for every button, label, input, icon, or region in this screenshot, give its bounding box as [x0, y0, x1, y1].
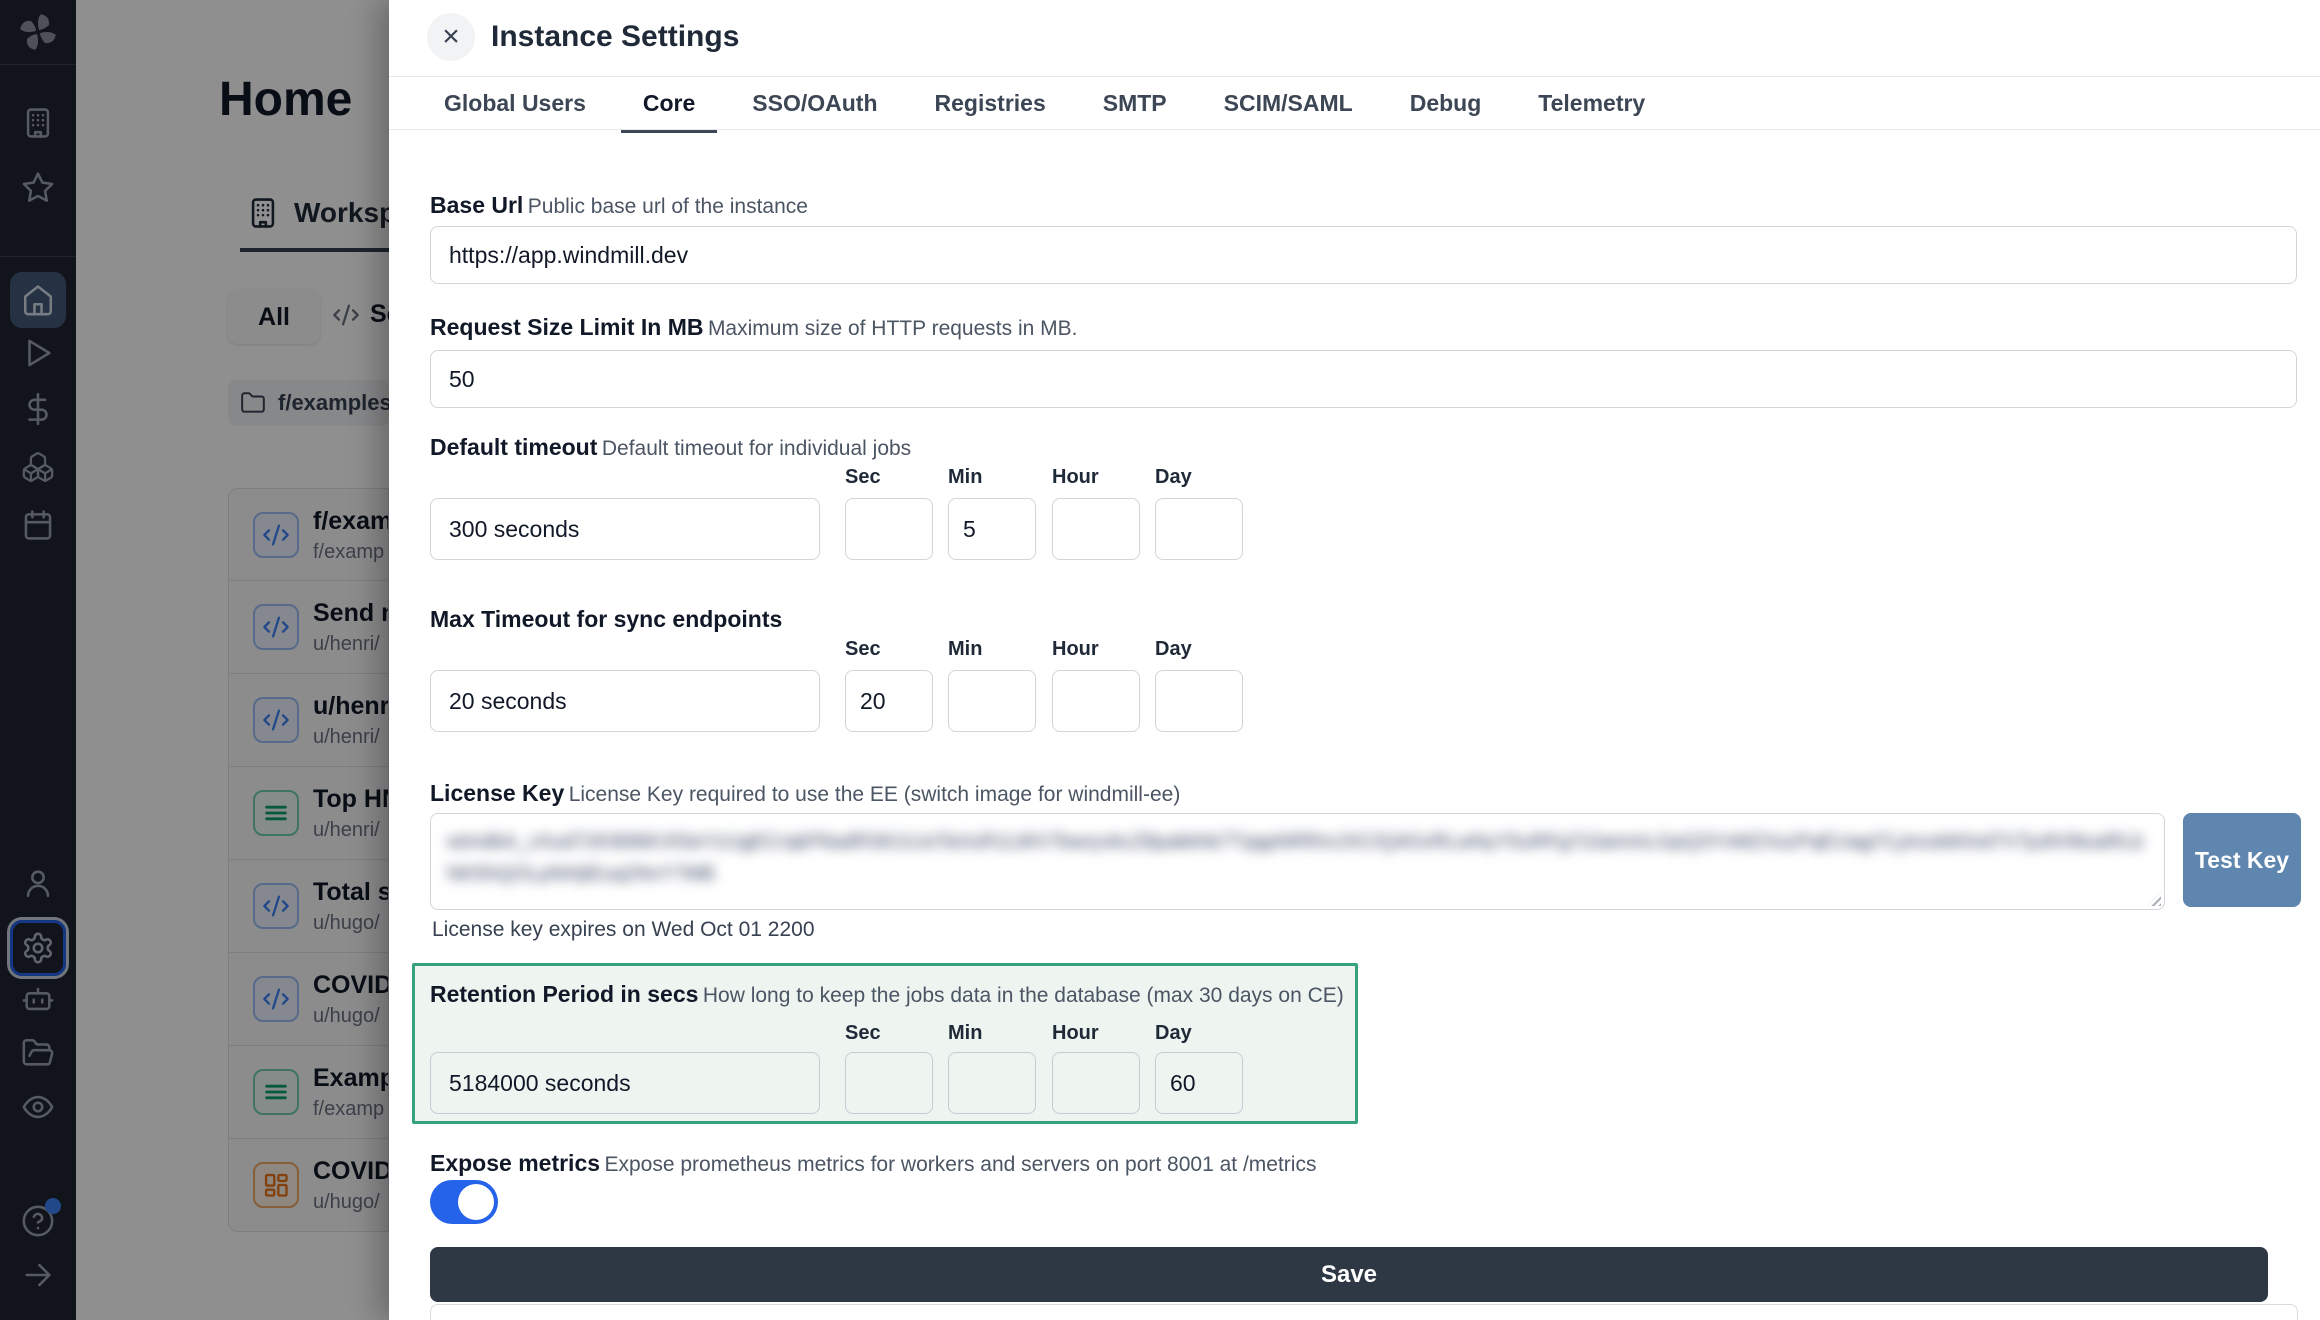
default-timeout-hour-input[interactable] — [1052, 498, 1140, 560]
max-timeout-hour-input[interactable] — [1052, 670, 1140, 732]
default-timeout-description: Default timeout for individual jobs — [602, 437, 911, 460]
unit-label-sec: Sec — [845, 638, 881, 661]
unit-label-min: Min — [948, 466, 982, 489]
max-timeout-day-input[interactable] — [1155, 670, 1243, 732]
unit-label-hour: Hour — [1052, 638, 1099, 661]
default-timeout-min-input[interactable] — [948, 498, 1036, 560]
retention-hour-input[interactable] — [1052, 1052, 1140, 1114]
expose-metrics-toggle[interactable] — [430, 1180, 498, 1224]
unit-label-sec: Sec — [845, 466, 881, 489]
unit-label-day: Day — [1155, 1022, 1192, 1045]
retention-label: Retention Period in secs — [430, 981, 698, 1007]
tab-core[interactable]: Core — [643, 90, 695, 131]
settings-tabs: Global Users Core SSO/OAuth Registries S… — [444, 90, 1645, 131]
expose-metrics-label: Expose metrics — [430, 1150, 600, 1176]
toggle-knob — [458, 1184, 494, 1220]
tab-debug[interactable]: Debug — [1410, 90, 1482, 131]
license-label: License Key — [430, 780, 564, 806]
unit-label-hour: Hour — [1052, 1022, 1099, 1045]
expose-metrics-label-row: Expose metrics Expose prometheus metrics… — [430, 1150, 1316, 1177]
unit-label-day: Day — [1155, 466, 1192, 489]
tabs-divider — [389, 129, 2320, 130]
license-expiry-note: License key expires on Wed Oct 01 2200 — [432, 918, 815, 942]
resize-handle[interactable] — [2147, 892, 2161, 906]
license-key-textarea[interactable]: wimdkA_vXud72K908iKXlSeYzUgECrqkP6adRSKi… — [430, 813, 2165, 910]
unit-label-sec: Sec — [845, 1022, 881, 1045]
retention-sec-input[interactable] — [845, 1052, 933, 1114]
request-size-label: Request Size Limit In MB — [430, 314, 703, 340]
default-timeout-input[interactable] — [430, 498, 820, 560]
next-section-partial — [430, 1304, 2298, 1320]
max-timeout-input[interactable] — [430, 670, 820, 732]
tab-registries[interactable]: Registries — [935, 90, 1046, 131]
app-canvas: Home Workspa All Sc f/examples_e f/exam … — [0, 0, 2320, 1320]
retention-min-input[interactable] — [948, 1052, 1036, 1114]
retention-input[interactable] — [430, 1052, 820, 1114]
max-timeout-label-row: Max Timeout for sync endpoints — [430, 606, 782, 633]
base-url-label-row: Base Url Public base url of the instance — [430, 192, 808, 219]
tab-global-users[interactable]: Global Users — [444, 90, 586, 131]
default-timeout-day-input[interactable] — [1155, 498, 1243, 560]
drawer-title: Instance Settings — [491, 20, 739, 54]
request-size-description: Maximum size of HTTP requests in MB. — [708, 317, 1078, 340]
license-label-row: License Key License Key required to use … — [430, 780, 1180, 807]
base-url-input[interactable] — [430, 226, 2297, 284]
unit-label-min: Min — [948, 1022, 982, 1045]
request-size-label-row: Request Size Limit In MB Maximum size of… — [430, 314, 1077, 341]
base-url-label: Base Url — [430, 192, 523, 218]
default-timeout-sec-input[interactable] — [845, 498, 933, 560]
license-key-blurred-value: wimdkA_vXud72K908iKXlSeYzUgECrqkP6adRSKi… — [447, 826, 2148, 890]
expose-metrics-description: Expose prometheus metrics for workers an… — [604, 1153, 1316, 1176]
default-timeout-label: Default timeout — [430, 434, 597, 460]
close-icon: × — [442, 20, 460, 54]
retention-day-input[interactable] — [1155, 1052, 1243, 1114]
save-button[interactable]: Save — [430, 1247, 2268, 1302]
header-divider — [389, 76, 2320, 77]
retention-label-row: Retention Period in secs How long to kee… — [430, 981, 1344, 1008]
max-timeout-min-input[interactable] — [948, 670, 1036, 732]
close-button[interactable]: × — [427, 13, 475, 61]
max-timeout-label: Max Timeout for sync endpoints — [430, 606, 782, 632]
license-description: License Key required to use the EE (swit… — [569, 783, 1181, 806]
max-timeout-sec-input[interactable] — [845, 670, 933, 732]
tab-telemetry[interactable]: Telemetry — [1538, 90, 1645, 131]
unit-label-hour: Hour — [1052, 466, 1099, 489]
request-size-input[interactable] — [430, 350, 2297, 408]
tab-smtp[interactable]: SMTP — [1103, 90, 1167, 131]
retention-description: How long to keep the jobs data in the da… — [703, 984, 1344, 1007]
base-url-description: Public base url of the instance — [528, 195, 808, 218]
tab-sso-oauth[interactable]: SSO/OAuth — [752, 90, 877, 131]
tab-scim-saml[interactable]: SCIM/SAML — [1224, 90, 1353, 131]
default-timeout-label-row: Default timeout Default timeout for indi… — [430, 434, 911, 461]
unit-label-min: Min — [948, 638, 982, 661]
unit-label-day: Day — [1155, 638, 1192, 661]
instance-settings-drawer: × Instance Settings Global Users Core SS… — [389, 0, 2320, 1320]
test-key-button[interactable]: Test Key — [2183, 813, 2301, 907]
